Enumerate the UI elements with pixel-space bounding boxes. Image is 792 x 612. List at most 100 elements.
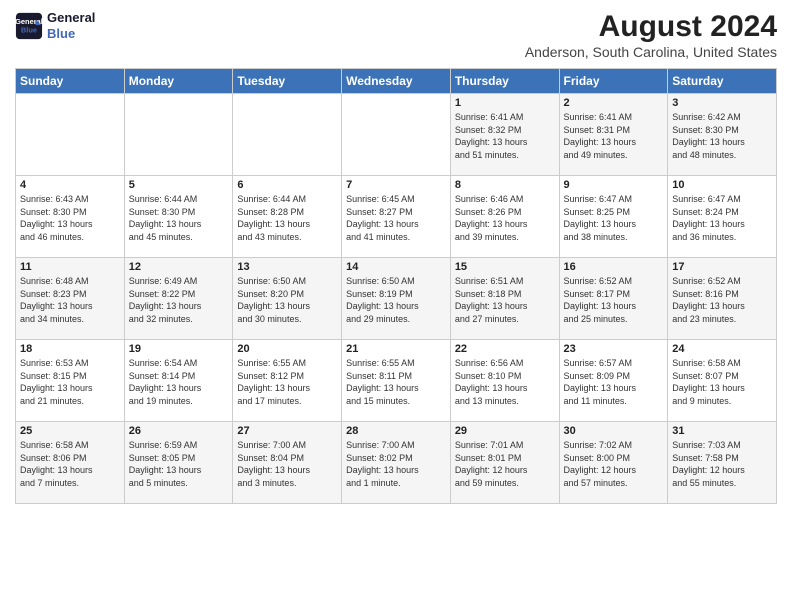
day-cell: 31Sunrise: 7:03 AMSunset: 7:58 PMDayligh…	[668, 422, 777, 504]
day-cell: 16 Sunrise: 6:52 AMSunset: 8:17 PMDayligh…	[559, 258, 668, 340]
week-row-3: 11 Sunrise: 6:48 AMSunset: 8:23 PMDayligh…	[16, 258, 777, 340]
day-cell: 20 Sunrise: 6:55 AMSunset: 8:12 PMDayligh…	[233, 340, 342, 422]
day-info: Sunrise: 6:58 AMSunset: 8:07 PMDaylight:…	[672, 357, 772, 407]
day-cell: 4 Sunrise: 6:43 AMSunset: 8:30 PMDaylight…	[16, 176, 125, 258]
day-info: Sunrise: 6:44 AMSunset: 8:30 PMDaylight:…	[129, 193, 229, 243]
day-cell: 11 Sunrise: 6:48 AMSunset: 8:23 PMDayligh…	[16, 258, 125, 340]
day-number: 17	[672, 261, 772, 273]
day-cell: 2 Sunrise: 6:41 AMSunset: 8:31 PMDaylight…	[559, 94, 668, 176]
day-number: 18	[20, 343, 120, 355]
day-header-monday: Monday	[124, 69, 233, 94]
day-number: 13	[237, 261, 337, 273]
day-header-tuesday: Tuesday	[233, 69, 342, 94]
day-cell: 28 Sunrise: 7:00 AMSunset: 8:02 PMDayligh…	[342, 422, 451, 504]
week-row-1: 1Sunrise: 6:41 AMSunset: 8:32 PMDaylight…	[16, 94, 777, 176]
day-cell: 22 Sunrise: 6:56 AMSunset: 8:10 PMDayligh…	[450, 340, 559, 422]
day-cell: 6 Sunrise: 6:44 AMSunset: 8:28 PMDaylight…	[233, 176, 342, 258]
day-info: Sunrise: 7:00 AMSunset: 8:04 PMDaylight:…	[237, 439, 337, 489]
header-row: SundayMondayTuesdayWednesdayThursdayFrid…	[16, 69, 777, 94]
day-number: 19	[129, 343, 229, 355]
logo-line1: General	[47, 10, 95, 26]
day-info: Sunrise: 6:52 AMSunset: 8:17 PMDaylight:…	[564, 275, 664, 325]
day-number: 4	[20, 179, 120, 191]
day-number: 26	[129, 425, 229, 437]
main-title: August 2024	[525, 10, 777, 44]
day-number: 7	[346, 179, 446, 191]
day-number: 6	[237, 179, 337, 191]
day-header-sunday: Sunday	[16, 69, 125, 94]
logo: General Blue General Blue	[15, 10, 95, 41]
day-info: Sunrise: 6:45 AMSunset: 8:27 PMDaylight:…	[346, 193, 446, 243]
day-cell: 24 Sunrise: 6:58 AMSunset: 8:07 PMDayligh…	[668, 340, 777, 422]
day-number: 11	[20, 261, 120, 273]
week-row-5: 25Sunrise: 6:58 AMSunset: 8:06 PMDayligh…	[16, 422, 777, 504]
day-info: Sunrise: 6:42 AMSunset: 8:30 PMDaylight:…	[672, 111, 772, 161]
day-info: Sunrise: 6:59 AMSunset: 8:05 PMDaylight:…	[129, 439, 229, 489]
day-header-wednesday: Wednesday	[342, 69, 451, 94]
day-number: 20	[237, 343, 337, 355]
day-number: 27	[237, 425, 337, 437]
day-cell: 30Sunrise: 7:02 AMSunset: 8:00 PMDayligh…	[559, 422, 668, 504]
header: General Blue General Blue August 2024 An…	[15, 10, 777, 60]
day-info: Sunrise: 6:48 AMSunset: 8:23 PMDaylight:…	[20, 275, 120, 325]
day-cell	[16, 94, 125, 176]
day-info: Sunrise: 6:46 AMSunset: 8:26 PMDaylight:…	[455, 193, 555, 243]
day-cell: 12Sunrise: 6:49 AMSunset: 8:22 PMDayligh…	[124, 258, 233, 340]
day-number: 21	[346, 343, 446, 355]
day-info: Sunrise: 6:50 AMSunset: 8:19 PMDaylight:…	[346, 275, 446, 325]
day-info: Sunrise: 6:52 AMSunset: 8:16 PMDaylight:…	[672, 275, 772, 325]
day-info: Sunrise: 6:53 AMSunset: 8:15 PMDaylight:…	[20, 357, 120, 407]
day-cell: 7 Sunrise: 6:45 AMSunset: 8:27 PMDaylight…	[342, 176, 451, 258]
day-cell: 29 Sunrise: 7:01 AMSunset: 8:01 PMDayligh…	[450, 422, 559, 504]
day-cell: 10 Sunrise: 6:47 AMSunset: 8:24 PMDayligh…	[668, 176, 777, 258]
day-number: 1	[455, 97, 555, 109]
day-number: 25	[20, 425, 120, 437]
day-info: Sunrise: 6:55 AMSunset: 8:11 PMDaylight:…	[346, 357, 446, 407]
day-info: Sunrise: 6:55 AMSunset: 8:12 PMDaylight:…	[237, 357, 337, 407]
day-info: Sunrise: 6:47 AMSunset: 8:24 PMDaylight:…	[672, 193, 772, 243]
week-row-4: 18 Sunrise: 6:53 AMSunset: 8:15 PMDayligh…	[16, 340, 777, 422]
day-info: Sunrise: 6:57 AMSunset: 8:09 PMDaylight:…	[564, 357, 664, 407]
day-cell: 1Sunrise: 6:41 AMSunset: 8:32 PMDaylight…	[450, 94, 559, 176]
svg-text:Blue: Blue	[21, 25, 37, 34]
day-info: Sunrise: 6:43 AMSunset: 8:30 PMDaylight:…	[20, 193, 120, 243]
day-cell: 9 Sunrise: 6:47 AMSunset: 8:25 PMDaylight…	[559, 176, 668, 258]
day-cell	[233, 94, 342, 176]
day-number: 9	[564, 179, 664, 191]
day-number: 2	[564, 97, 664, 109]
day-number: 29	[455, 425, 555, 437]
day-number: 22	[455, 343, 555, 355]
day-cell: 14 Sunrise: 6:50 AMSunset: 8:19 PMDayligh…	[342, 258, 451, 340]
logo-line2: Blue	[47, 26, 95, 42]
day-number: 24	[672, 343, 772, 355]
day-number: 30	[564, 425, 664, 437]
day-cell: 8Sunrise: 6:46 AMSunset: 8:26 PMDaylight…	[450, 176, 559, 258]
day-cell: 19 Sunrise: 6:54 AMSunset: 8:14 PMDayligh…	[124, 340, 233, 422]
day-info: Sunrise: 6:51 AMSunset: 8:18 PMDaylight:…	[455, 275, 555, 325]
day-info: Sunrise: 6:41 AMSunset: 8:31 PMDaylight:…	[564, 111, 664, 161]
day-info: Sunrise: 6:56 AMSunset: 8:10 PMDaylight:…	[455, 357, 555, 407]
day-number: 10	[672, 179, 772, 191]
logo-icon: General Blue	[15, 12, 43, 40]
day-number: 16	[564, 261, 664, 273]
day-header-friday: Friday	[559, 69, 668, 94]
day-info: Sunrise: 6:44 AMSunset: 8:28 PMDaylight:…	[237, 193, 337, 243]
day-cell: 23Sunrise: 6:57 AMSunset: 8:09 PMDayligh…	[559, 340, 668, 422]
day-cell	[342, 94, 451, 176]
calendar-table: SundayMondayTuesdayWednesdayThursdayFrid…	[15, 68, 777, 504]
day-info: Sunrise: 6:49 AMSunset: 8:22 PMDaylight:…	[129, 275, 229, 325]
day-number: 14	[346, 261, 446, 273]
day-cell: 27 Sunrise: 7:00 AMSunset: 8:04 PMDayligh…	[233, 422, 342, 504]
day-cell	[124, 94, 233, 176]
day-info: Sunrise: 7:01 AMSunset: 8:01 PMDaylight:…	[455, 439, 555, 489]
day-number: 28	[346, 425, 446, 437]
day-info: Sunrise: 6:47 AMSunset: 8:25 PMDaylight:…	[564, 193, 664, 243]
title-block: August 2024 Anderson, South Carolina, Un…	[525, 10, 777, 60]
day-info: Sunrise: 6:54 AMSunset: 8:14 PMDaylight:…	[129, 357, 229, 407]
day-number: 15	[455, 261, 555, 273]
day-cell: 13Sunrise: 6:50 AMSunset: 8:20 PMDayligh…	[233, 258, 342, 340]
subtitle: Anderson, South Carolina, United States	[525, 44, 777, 60]
day-cell: 25Sunrise: 6:58 AMSunset: 8:06 PMDayligh…	[16, 422, 125, 504]
day-header-thursday: Thursday	[450, 69, 559, 94]
day-info: Sunrise: 7:00 AMSunset: 8:02 PMDaylight:…	[346, 439, 446, 489]
